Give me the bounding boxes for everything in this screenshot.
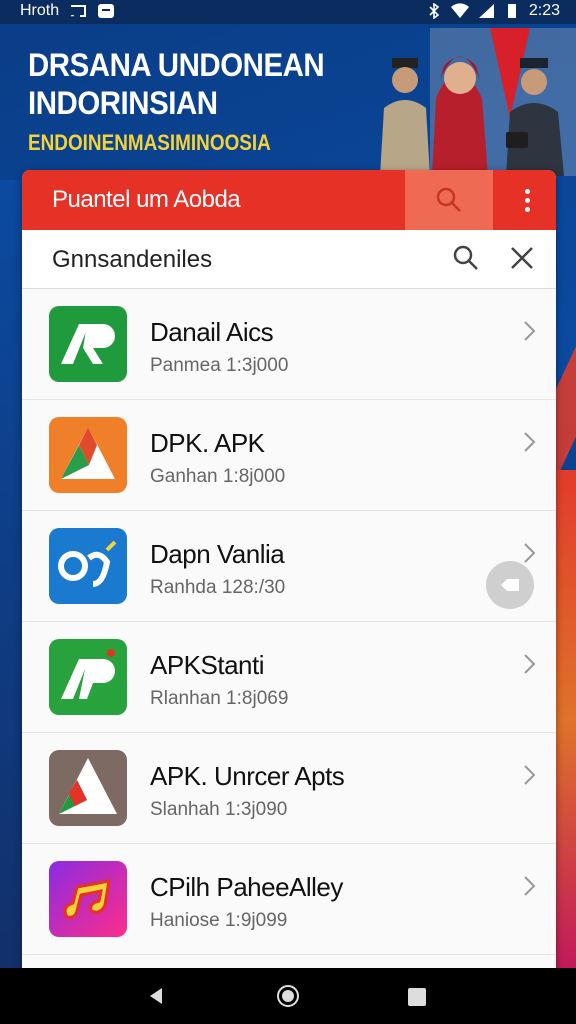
- background-stripe-left: [0, 180, 22, 970]
- search-icon: [436, 187, 461, 212]
- app-name: Dapn Vanlia: [150, 539, 285, 569]
- app-bar-search-button[interactable]: [405, 170, 493, 230]
- chevron-right-icon: [524, 876, 536, 896]
- app-bar-title: Puantel um Aobda: [52, 186, 241, 213]
- banner-line-3: ENDOINENMASIMINOOSIA: [28, 130, 271, 155]
- background-stripe-right: [554, 470, 576, 970]
- a-orange-icon: [49, 417, 127, 493]
- app-name: Danail Aics: [150, 317, 274, 347]
- banner-line-2: INDORINSIAN: [28, 85, 218, 121]
- app-subtitle: Panmea 1:3j000: [150, 355, 289, 376]
- bluetooth-icon: [429, 3, 440, 19]
- app-name: DPK. APK: [150, 428, 265, 458]
- home-icon[interactable]: [276, 984, 300, 1008]
- recents-icon[interactable]: [408, 988, 426, 1006]
- banner-people-illustration: [380, 28, 576, 176]
- cast-icon: [70, 5, 87, 17]
- search-row: [22, 230, 556, 289]
- app-list-card: Puantel um Aobda Danail Aics Panmea 1:3j…: [22, 170, 556, 970]
- music-pink-icon: [49, 861, 127, 937]
- banner-line-1: DRSANA UNDONEAN: [28, 47, 325, 83]
- list-item[interactable]: DPK. APK Ganhan 1:8j000: [22, 400, 556, 511]
- list-item[interactable]: CPilh PaheeAlley Haniose 1:9j099: [22, 844, 556, 955]
- message-icon: [98, 4, 115, 18]
- more-dot: [524, 188, 530, 194]
- app-name: CPilh PaheeAlley: [150, 872, 343, 902]
- promo-banner: DRSANA UNDONEAN INDORINSIAN ENDOINENMASI…: [28, 46, 368, 156]
- chevron-right-icon: [524, 654, 536, 674]
- ap-green-icon: [49, 306, 127, 382]
- a-brown-icon: [49, 750, 127, 826]
- search-icon[interactable]: [452, 244, 480, 272]
- app-subtitle: Haniose 1:9j099: [150, 910, 288, 931]
- og-blue-icon: [49, 528, 127, 604]
- back-icon[interactable]: [146, 986, 166, 1006]
- list-item[interactable]: Danail Aics Panmea 1:3j000: [22, 289, 556, 400]
- app-list: Danail Aics Panmea 1:3j000 DPK. APK Ganh…: [22, 289, 556, 955]
- wifi-icon: [450, 3, 469, 19]
- app-subtitle: Ranhda 128:/30: [150, 577, 286, 598]
- system-nav-bar: [0, 968, 576, 1024]
- search-input[interactable]: [50, 242, 414, 278]
- app-name: APK. Unrcer Apts: [150, 761, 345, 791]
- more-options-button[interactable]: [512, 184, 542, 216]
- tag-icon: [501, 579, 519, 591]
- battery-icon: [507, 4, 516, 18]
- list-item[interactable]: Dapn Vanlia Ranhda 128:/30: [22, 511, 556, 622]
- status-time: 2:23: [528, 2, 560, 19]
- status-bar: Hroth 2:23: [0, 0, 576, 24]
- app-subtitle: Rlanhan 1:8j069: [150, 688, 289, 709]
- list-item[interactable]: APK. Unrcer Apts Slanhah 1:3j090: [22, 733, 556, 844]
- chevron-right-icon: [524, 543, 536, 563]
- chevron-right-icon: [524, 432, 536, 452]
- more-dot: [524, 206, 530, 212]
- app-subtitle: Ganhan 1:8j000: [150, 466, 286, 487]
- chevron-right-icon: [524, 321, 536, 341]
- status-left-text: Hroth: [20, 2, 60, 19]
- more-dot: [524, 197, 530, 203]
- app-name: APKStanti: [150, 650, 265, 680]
- app-subtitle: Slanhah 1:3j090: [150, 799, 288, 820]
- app-bar: Puantel um Aobda: [22, 170, 556, 230]
- ap-green-icon: [49, 639, 127, 715]
- list-item[interactable]: APKStanti Rlanhan 1:8j069: [22, 622, 556, 733]
- signal-icon: [478, 4, 494, 18]
- floating-action-button[interactable]: [486, 561, 534, 609]
- chevron-right-icon: [524, 765, 536, 785]
- close-icon[interactable]: [508, 244, 536, 272]
